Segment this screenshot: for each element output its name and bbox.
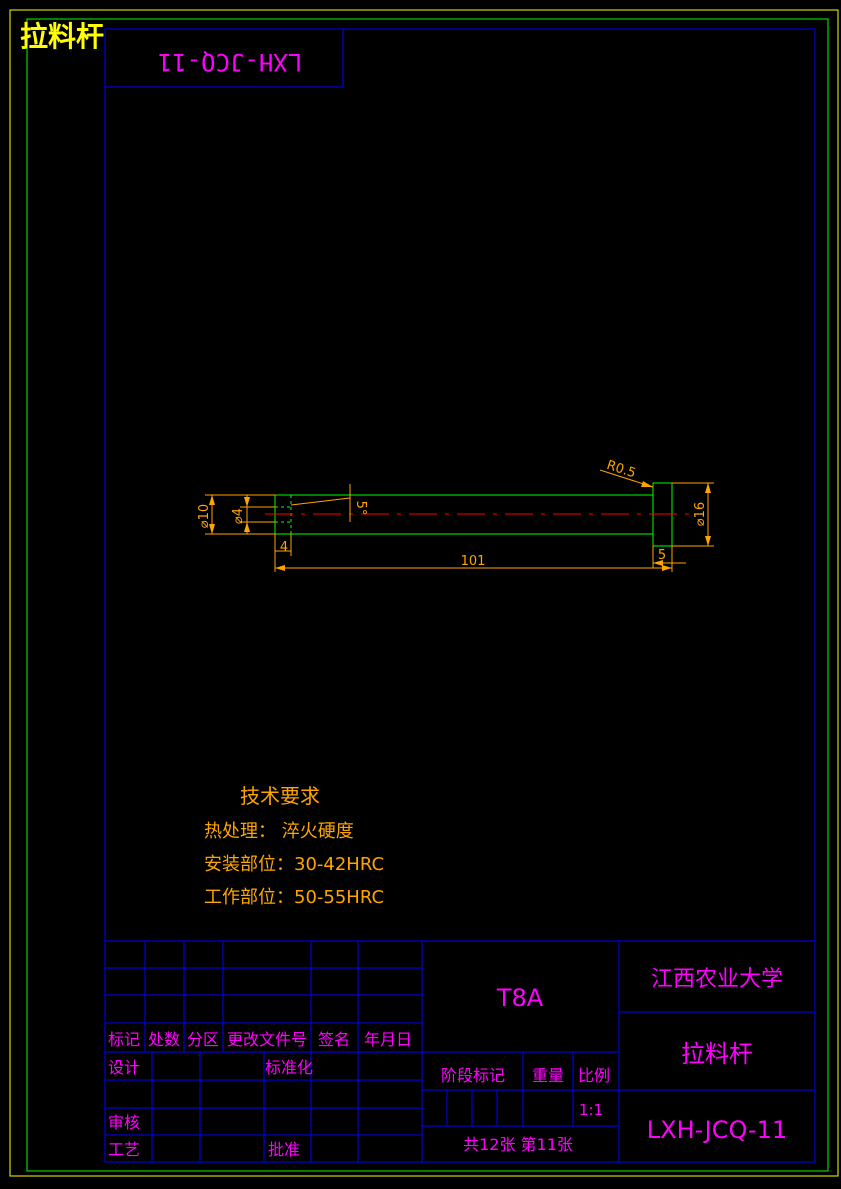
arrow-d10-top [209,495,215,505]
arrow-d16-top [705,483,711,493]
tech-req-line3: 工作部位：50-55HRC [204,887,384,908]
scale-value: 1:1 [579,1101,603,1119]
dim-d4: ⌀4 [231,508,246,524]
rev-header-doc: 更改文件号 [227,1030,307,1049]
label-approve: 批准 [268,1140,300,1159]
sheet-count: 共12张 第11张 [463,1135,573,1154]
label-scale: 比例 [578,1066,610,1085]
label-design: 设计 [108,1058,140,1077]
rev-header-sign: 签名 [318,1030,350,1049]
dim-d10: ⌀10 [197,504,212,528]
arrow-d16-bottom [705,536,711,546]
angle-leader [290,497,351,506]
header-part-name: 拉料杆 [20,20,104,53]
arrow-101-right [662,565,672,571]
tech-req-title: 技术要求 [240,784,320,808]
tech-req-line1: 热处理： 淬火硬度 [204,821,354,842]
arrow-r05 [641,481,653,487]
dim-angle: 5° [353,501,368,516]
part-geometry [265,482,690,547]
drawing-frame [104,28,816,1163]
dim-len101: 101 [461,554,486,569]
dim-len5: 5 [658,548,666,563]
label-standardize: 标准化 [265,1058,313,1077]
tb-part-name: 拉料杆 [681,1040,753,1068]
label-process: 工艺 [108,1140,140,1159]
outer-border [9,9,839,1177]
label-review: 审核 [108,1113,140,1132]
dim-len4: 4 [280,540,288,555]
dim-r05: R0.5 [605,458,638,481]
rev-header-mark: 标记 [108,1030,140,1049]
rev-header-zone: 分区 [187,1030,219,1049]
rev-header-date: 年月日 [364,1030,412,1049]
label-weight: 重量 [532,1066,564,1085]
mirrored-code: LXH-JCQ-11 [158,48,303,76]
inner-border [26,18,829,1172]
drawing-number: LXH-JCQ-11 [647,1116,787,1144]
tech-req-line2: 安装部位：30-42HRC [204,854,384,875]
arrow-101-left [275,565,285,571]
org-name: 江西农业大学 [651,967,783,992]
arrow-d4-top [244,497,250,507]
rev-header-count: 处数 [148,1030,180,1049]
drawing-canvas: LXH-JCQ-11 拉料杆 ⌀10 ⌀4 5° 4 101 5 ⌀16 R0.… [9,9,839,1177]
label-stage-mark: 阶段标记 [441,1066,505,1085]
material: T8A [496,984,544,1012]
dimensions [205,469,714,572]
dim-d16: ⌀16 [693,502,708,526]
